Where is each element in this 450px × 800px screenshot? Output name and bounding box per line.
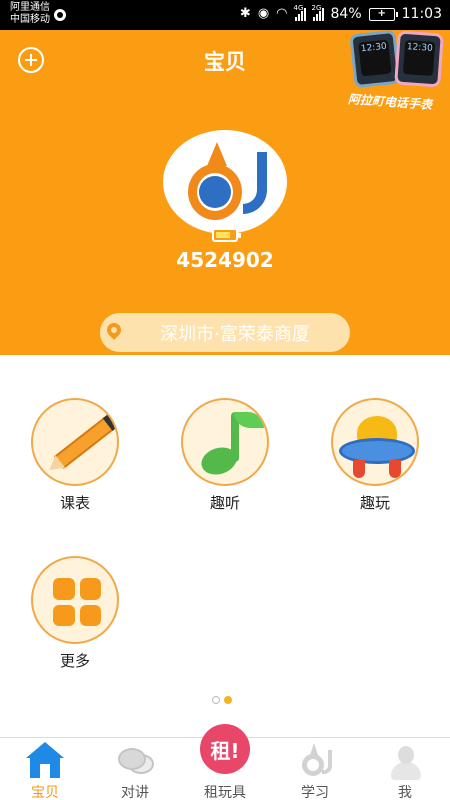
watch-image-blue: 12:30 <box>349 29 401 89</box>
nav-item-study[interactable]: 学习 <box>270 738 360 800</box>
function-label-schedule: 课表 <box>59 494 90 512</box>
nav-item-me[interactable]: 我 <box>360 738 450 800</box>
logo-drop-tip <box>207 142 227 166</box>
wifi-icon: ◠ <box>276 6 288 21</box>
device-battery-icon <box>212 228 241 242</box>
carrier-line-1: 阿里通信 <box>10 2 50 13</box>
grid-icon <box>31 556 119 644</box>
device-id: 4524902 <box>176 248 274 272</box>
watch-promo-banner[interactable]: 12:30 12:30 阿拉町电话手表 <box>346 29 450 120</box>
location-pill[interactable]: 深圳市·富荣泰商厦 <box>100 313 350 352</box>
watch-screen-text: 12:30 <box>358 39 392 77</box>
bluetooth-icon: ✱ <box>239 6 251 21</box>
function-schedule[interactable]: 课表 <box>30 398 120 513</box>
signal-2g-icon: 2G <box>312 4 324 21</box>
location-text: 深圳市·富荣泰商厦 <box>160 323 310 345</box>
function-label-play: 趣玩 <box>359 494 390 512</box>
pencil-shape <box>53 416 115 470</box>
function-play[interactable]: 趣玩 <box>330 398 420 513</box>
eye-icon: ◉ <box>257 6 270 21</box>
logo-drop-core <box>199 176 231 208</box>
chat-icon <box>116 744 154 778</box>
nav-label-baby: 宝贝 <box>31 785 59 800</box>
ufo-leg-left <box>353 460 365 478</box>
carrier-info: 阿里通信 中国移动 <box>10 2 50 26</box>
page-dot-1 <box>212 696 220 704</box>
function-label-listen: 趣听 <box>209 494 240 512</box>
status-bar: 阿里通信 中国移动 ✱ ◉ ◠ 4G 2G 84% + 11:03 <box>0 0 450 30</box>
battery-icon: + <box>368 7 398 21</box>
watch-image-pink: 12:30 <box>394 30 444 88</box>
function-listen[interactable]: 趣听 <box>180 398 270 513</box>
rent-icon[interactable]: 租! <box>200 724 250 774</box>
nav-label-rent-toys: 租玩具 <box>204 785 246 800</box>
ufo-leg-right <box>389 460 401 478</box>
carrier-line-2: 中国移动 <box>10 14 50 25</box>
pencil-icon <box>31 398 119 486</box>
person-icon <box>386 744 424 780</box>
device-battery-fill <box>216 232 230 238</box>
location-pin-icon <box>104 320 124 340</box>
function-label-more: 更多 <box>59 652 90 670</box>
function-more[interactable]: 更多 <box>30 556 120 671</box>
ufo-icon <box>331 398 419 486</box>
status-indicators: ✱ ◉ ◠ 4G 2G 84% + 11:03 <box>239 4 442 23</box>
notification-icon <box>54 9 66 21</box>
home-icon <box>26 742 64 778</box>
signal-4g-tag: 4G <box>293 3 304 12</box>
grid-icon-tiles <box>53 578 101 626</box>
logo-drop-icon <box>296 743 334 778</box>
ufo-disk <box>339 438 415 464</box>
bottom-nav: 宝贝 对讲 租玩具 租! 学习 我 <box>0 724 450 800</box>
screen: 阿里通信 中国移动 ✱ ◉ ◠ 4G 2G 84% + 11:03 宝贝 12:… <box>0 0 450 800</box>
nav-label-study: 学习 <box>301 785 329 800</box>
clock: 11:03 <box>401 6 442 22</box>
music-note-icon <box>181 398 269 486</box>
watch-screen-text-2: 12:30 <box>402 39 436 77</box>
nav-label-me: 我 <box>398 785 412 800</box>
promo-text: 阿拉町电话手表 <box>347 92 433 112</box>
battery-percent: 84% <box>330 6 362 22</box>
signal-4g-icon: 4G <box>294 4 306 21</box>
nav-label-intercom: 对讲 <box>121 785 149 800</box>
signal-2g-tag: 2G <box>311 3 322 12</box>
device-avatar[interactable] <box>163 130 287 234</box>
page-dot-2 <box>224 696 232 704</box>
nav-item-baby[interactable]: 宝贝 <box>0 738 90 800</box>
page-indicator <box>212 696 232 704</box>
nav-item-intercom[interactable]: 对讲 <box>90 738 180 800</box>
